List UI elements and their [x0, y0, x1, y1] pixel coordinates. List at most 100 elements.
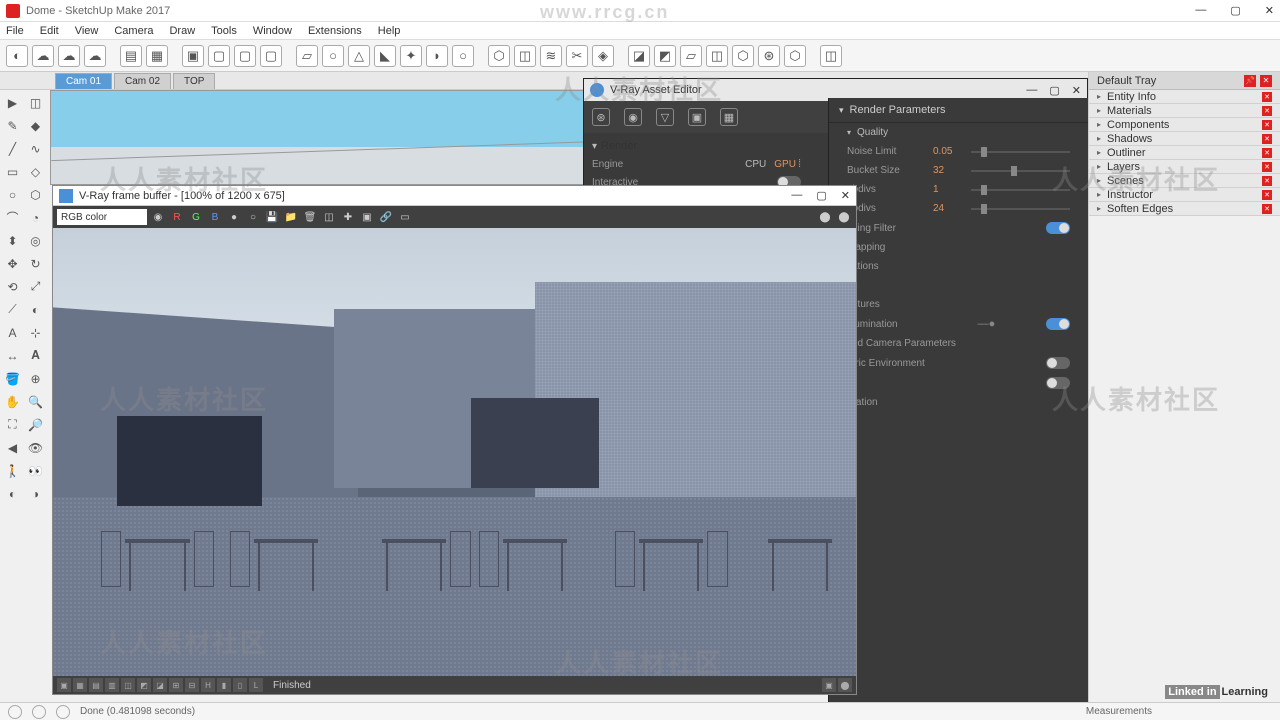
- vfb-blue-button[interactable]: B: [207, 209, 223, 225]
- vfb-channel-select[interactable]: RGB color: [57, 209, 147, 225]
- vfb-s10-icon[interactable]: H: [201, 678, 215, 692]
- menu-view[interactable]: View: [75, 25, 99, 37]
- vfb-alpha-icon[interactable]: ○: [245, 209, 261, 225]
- ae-geometry-icon[interactable]: ▽: [656, 108, 674, 126]
- pie-icon[interactable]: ◔: [25, 207, 46, 228]
- close-button[interactable]: ✕: [1265, 4, 1274, 17]
- orbit-icon[interactable]: ⊕: [25, 368, 46, 389]
- 3dtext-icon[interactable]: 𝐀: [25, 345, 46, 366]
- light-mesh-icon[interactable]: ○: [452, 45, 474, 67]
- paint-icon[interactable]: 🪣: [2, 368, 23, 389]
- illum-toggle[interactable]: [1046, 318, 1070, 330]
- vfb-save-icon[interactable]: 💾: [264, 209, 280, 225]
- util-2-icon[interactable]: ◩: [654, 45, 676, 67]
- vray-cloud-icon[interactable]: ☁: [58, 45, 80, 67]
- move-icon[interactable]: ✥: [2, 253, 23, 274]
- subdivs2-slider[interactable]: [971, 208, 1070, 210]
- tray-soften-edges[interactable]: Soften Edges✕: [1089, 202, 1280, 216]
- position-icon[interactable]: 👁: [25, 437, 46, 458]
- polygon-icon[interactable]: ⬡: [25, 184, 46, 205]
- noise-limit-slider[interactable]: [971, 151, 1070, 153]
- dims-icon[interactable]: ↔: [2, 345, 23, 366]
- eraser-icon[interactable]: ✎: [2, 115, 23, 136]
- vray-export-icon[interactable]: ☁: [84, 45, 106, 67]
- pan-icon[interactable]: ✋: [2, 391, 23, 412]
- tray-components[interactable]: Components✕: [1089, 118, 1280, 132]
- vfb-region-icon[interactable]: ▣: [359, 209, 375, 225]
- extures-label[interactable]: extures: [847, 299, 933, 310]
- vfb-clone-icon[interactable]: ◫: [321, 209, 337, 225]
- menu-tools[interactable]: Tools: [211, 25, 237, 37]
- status-icon2[interactable]: [32, 705, 46, 719]
- pushpull-icon[interactable]: ⬍: [2, 230, 23, 251]
- light-sphere-icon[interactable]: ○: [322, 45, 344, 67]
- lasso-icon[interactable]: ◫: [25, 92, 46, 113]
- tray-shadows[interactable]: Shadows✕: [1089, 132, 1280, 146]
- subdivs2-value[interactable]: 24: [933, 203, 963, 214]
- vfb-clear-icon[interactable]: 🗑: [302, 209, 318, 225]
- zations-label[interactable]: zations: [847, 261, 933, 272]
- vfb-s13-icon[interactable]: L: [249, 678, 263, 692]
- vfb-link-icon[interactable]: 🔗: [378, 209, 394, 225]
- subdivs1-value[interactable]: 1: [933, 184, 963, 195]
- util-7-icon[interactable]: ⬡: [784, 45, 806, 67]
- tray-entity-info[interactable]: Entity Info✕: [1089, 90, 1280, 104]
- arc-icon[interactable]: ⌒: [2, 207, 23, 228]
- offset-icon[interactable]: ◎: [25, 230, 46, 251]
- axes-icon[interactable]: ⊹: [25, 322, 46, 343]
- vfb-titlebar[interactable]: V-Ray frame buffer - [100% of 1200 x 675…: [53, 186, 856, 206]
- util-1-icon[interactable]: ◪: [628, 45, 650, 67]
- vfb-s2-icon[interactable]: ▦: [73, 678, 87, 692]
- vfb-green-button[interactable]: G: [188, 209, 204, 225]
- vfb-canvas[interactable]: [53, 228, 856, 676]
- vfb-close-button[interactable]: ✕: [841, 189, 850, 202]
- vray-interactive-icon[interactable]: ☁: [32, 45, 54, 67]
- es-label[interactable]: es: [847, 280, 933, 291]
- follow-icon[interactable]: ↻: [25, 253, 46, 274]
- geo-fur-icon[interactable]: ≋: [540, 45, 562, 67]
- ae-close-button[interactable]: ✕: [1072, 84, 1081, 97]
- walk-icon[interactable]: 🚶: [2, 460, 23, 481]
- tray-pin-icon[interactable]: 📌: [1244, 75, 1256, 87]
- vfb-s7-icon[interactable]: ◪: [153, 678, 167, 692]
- status-icon3[interactable]: [56, 705, 70, 719]
- vray-frame-icon[interactable]: ▢: [208, 45, 230, 67]
- camera-label[interactable]: ced Camera Parameters: [847, 338, 1070, 349]
- engine-gpu[interactable]: GPU: [774, 159, 796, 170]
- light-omni-icon[interactable]: ✦: [400, 45, 422, 67]
- menu-file[interactable]: File: [6, 25, 24, 37]
- protractor-icon[interactable]: ◐: [25, 299, 46, 320]
- ae-materials-icon[interactable]: ⊛: [592, 108, 610, 126]
- zoomext-icon[interactable]: ⛶: [2, 414, 23, 435]
- light-dome-icon[interactable]: ◗: [426, 45, 448, 67]
- geo-proxy-icon[interactable]: ◫: [514, 45, 536, 67]
- quality-section[interactable]: Quality: [829, 123, 1088, 142]
- light-rect-icon[interactable]: ▱: [296, 45, 318, 67]
- bucket-size-slider[interactable]: .slider[style*="40"]::after{left:40%}: [971, 170, 1070, 172]
- vray-viewport-icon[interactable]: ▢: [260, 45, 282, 67]
- er-label[interactable]: er: [847, 378, 933, 389]
- menu-window[interactable]: Window: [253, 25, 292, 37]
- vfb-red-button[interactable]: R: [169, 209, 185, 225]
- tray-instructor[interactable]: Instructor✕: [1089, 188, 1280, 202]
- util-3-icon[interactable]: ▱: [680, 45, 702, 67]
- light-ies-icon[interactable]: ◣: [374, 45, 396, 67]
- bucket-size-value[interactable]: 32: [933, 165, 963, 176]
- vfb-s-end2-icon[interactable]: ⬤: [838, 678, 852, 692]
- text-icon[interactable]: A: [2, 322, 23, 343]
- filter-label[interactable]: asing Filter: [847, 223, 933, 234]
- util-6-icon[interactable]: ⊛: [758, 45, 780, 67]
- tray-materials[interactable]: Materials✕: [1089, 104, 1280, 118]
- vray-batch-icon[interactable]: ▦: [146, 45, 168, 67]
- env-toggle[interactable]: [1046, 357, 1070, 369]
- geo-displacement-icon[interactable]: ◈: [592, 45, 614, 67]
- select-icon[interactable]: ▶: [2, 92, 23, 113]
- zoomwin-icon[interactable]: 🔎: [25, 414, 46, 435]
- menu-camera[interactable]: Camera: [114, 25, 153, 37]
- vfb-s1-icon[interactable]: ▣: [57, 678, 71, 692]
- ae-maximize-button[interactable]: ▢: [1049, 84, 1059, 97]
- zoom-icon[interactable]: 🔍: [25, 391, 46, 412]
- vfb-s6-icon[interactable]: ◩: [137, 678, 151, 692]
- vfb-load-icon[interactable]: 📁: [283, 209, 299, 225]
- maximize-button[interactable]: ▢: [1230, 4, 1240, 17]
